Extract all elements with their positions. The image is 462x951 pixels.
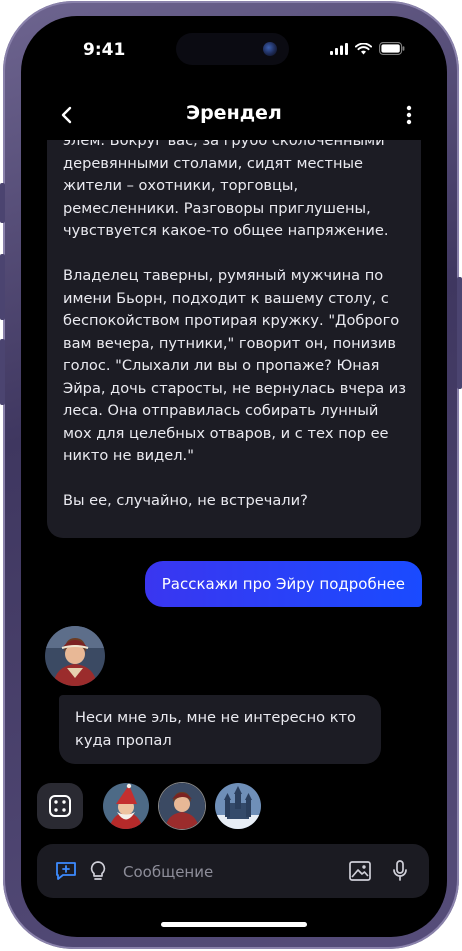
elf-character-avatar-icon bbox=[45, 626, 105, 686]
image-icon[interactable] bbox=[349, 861, 371, 881]
action-button bbox=[0, 183, 5, 223]
screen: 9:41 Эрендел элем. Вокруг вас, за грубо … bbox=[21, 16, 447, 937]
character-elf-avatar[interactable] bbox=[159, 783, 205, 829]
bot-reply-text: Неси мне эль, мне не интересно кто куда … bbox=[75, 709, 356, 749]
bot-avatar[interactable] bbox=[45, 626, 105, 686]
bot-message-text: элем. Вокруг вас, за грубо сколоченными … bbox=[63, 140, 407, 509]
castle-icon bbox=[215, 783, 261, 829]
more-options-button[interactable] bbox=[401, 102, 417, 128]
signal-icon bbox=[330, 42, 348, 55]
wifi-icon bbox=[355, 42, 372, 54]
message-input[interactable] bbox=[121, 859, 345, 885]
microphone-icon[interactable] bbox=[392, 860, 408, 882]
random-character-button[interactable] bbox=[37, 783, 83, 829]
bot-reply-bubble: Неси мне эль, мне не интересно кто куда … bbox=[59, 695, 381, 764]
chat-plus-icon[interactable] bbox=[55, 861, 77, 881]
bot-message-bubble: элем. Вокруг вас, за грубо сколоченными … bbox=[47, 140, 421, 538]
message-composer bbox=[37, 844, 429, 898]
gnome-character-icon bbox=[103, 783, 149, 829]
lightbulb-icon[interactable] bbox=[89, 860, 107, 882]
dice-icon bbox=[49, 795, 71, 817]
dynamic-island bbox=[176, 33, 289, 65]
volume-down-button bbox=[0, 339, 5, 405]
camera-icon bbox=[263, 42, 277, 56]
more-vertical-icon bbox=[406, 105, 412, 125]
phone-frame: 9:41 Эрендел элем. Вокруг вас, за грубо … bbox=[0, 1, 462, 949]
character-gnome-avatar[interactable] bbox=[103, 783, 149, 829]
volume-up-button bbox=[0, 254, 5, 320]
elf-character-icon bbox=[159, 783, 205, 829]
character-row bbox=[37, 783, 437, 833]
status-icons bbox=[330, 42, 405, 55]
chat-header: Эрендел bbox=[21, 96, 447, 136]
battery-icon bbox=[379, 42, 405, 55]
user-message-bubble: Расскажи про Эйру подробнее bbox=[144, 561, 422, 607]
status-time: 9:41 bbox=[83, 40, 126, 60]
home-indicator[interactable] bbox=[161, 922, 307, 927]
message-list[interactable]: элем. Вокруг вас, за грубо сколоченными … bbox=[21, 140, 447, 780]
power-button bbox=[457, 277, 462, 389]
chat-title: Эрендел bbox=[186, 102, 282, 124]
user-message-text: Расскажи про Эйру подробнее bbox=[161, 575, 405, 593]
character-castle-avatar[interactable] bbox=[215, 783, 261, 829]
